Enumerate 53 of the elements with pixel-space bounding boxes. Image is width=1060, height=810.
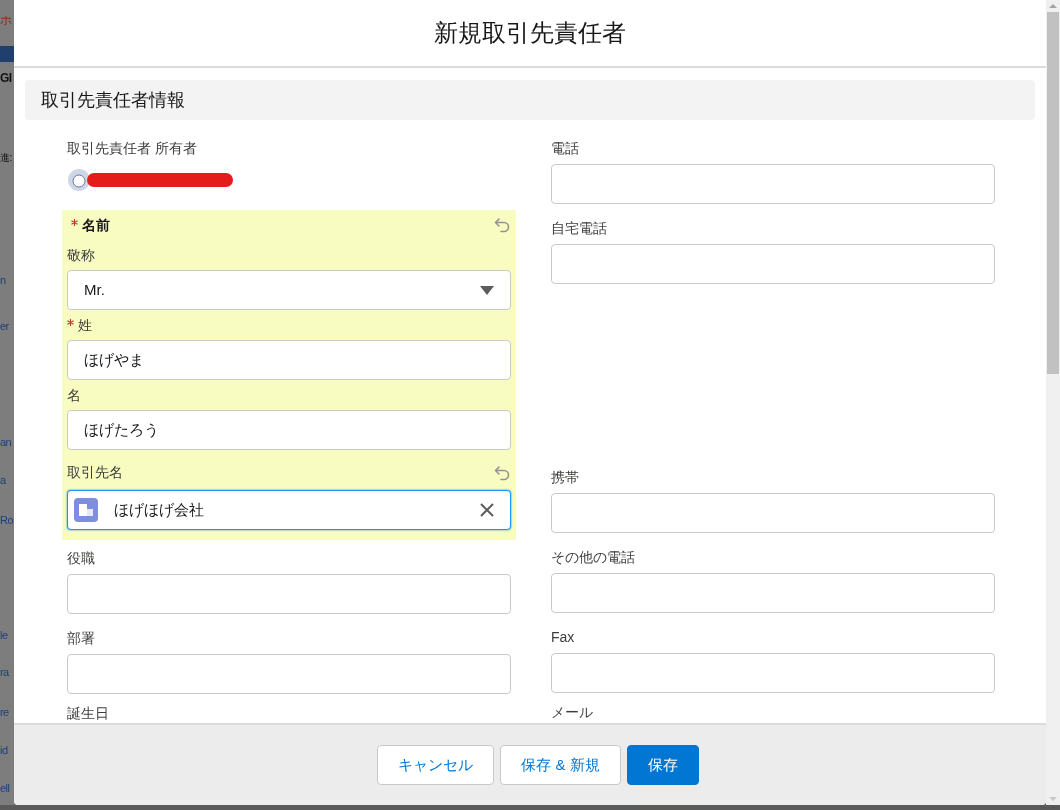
banner-bar <box>0 46 14 62</box>
field-label: 敬称 <box>67 246 95 265</box>
background-text: re <box>0 705 9 720</box>
section-header: 取引先責任者情報 <box>25 80 1035 120</box>
field-label: その他の電話 <box>551 549 636 565</box>
input-field[interactable]: ほげたろう <box>67 410 511 450</box>
background-text: ell <box>0 781 10 796</box>
field-label: 電話 <box>551 140 580 156</box>
modal-title: 新規取引先責任者 <box>434 18 626 48</box>
field-label: 役職 <box>67 550 96 566</box>
background-text: GI <box>0 70 12 86</box>
field-label: Fax <box>551 629 576 645</box>
footer-button[interactable]: キャンセル <box>377 745 495 785</box>
background-text: ra <box>0 665 9 680</box>
input-field[interactable] <box>67 574 511 614</box>
field-label: メール <box>551 705 594 719</box>
footer-button[interactable]: 保存 & 新規 <box>500 745 621 785</box>
field-label: 誕生日 <box>67 706 110 720</box>
background-text: Ro <box>0 513 13 528</box>
scrollbar[interactable] <box>1046 0 1060 805</box>
field-label: 自宅電話 <box>551 220 608 236</box>
close-icon[interactable] <box>480 503 494 517</box>
field-label: 取引先名 <box>67 463 123 482</box>
field-label: 携帯 <box>551 469 580 485</box>
input-field[interactable] <box>551 573 995 613</box>
field-label: 姓 <box>78 316 92 335</box>
background-text: er <box>0 319 9 334</box>
caret-icon <box>480 285 494 295</box>
background-text: a <box>0 473 6 488</box>
field-label: 名 <box>67 386 81 405</box>
input-field[interactable]: ほげやま <box>67 340 511 380</box>
background-text: id <box>0 743 8 758</box>
background-text: an <box>0 435 12 450</box>
background-text: ホ <box>0 12 12 28</box>
save-button[interactable]: 保存 <box>626 745 699 785</box>
background-text: le <box>0 628 8 643</box>
background-text: n <box>0 273 6 288</box>
undo-icon[interactable] <box>493 464 511 482</box>
field-label: 取引先責任者 所有者 <box>67 140 198 156</box>
field-label: 部署 <box>67 630 96 646</box>
undo-icon[interactable] <box>493 216 511 234</box>
field-label: 名前 <box>82 216 110 235</box>
scroll-thumb[interactable] <box>1047 12 1059 374</box>
avatar-icon <box>67 168 91 192</box>
input-field[interactable] <box>551 164 995 204</box>
input-field[interactable] <box>67 654 511 694</box>
background-text: 進: <box>0 151 12 165</box>
select-field[interactable]: Mr. <box>67 270 511 310</box>
input-field[interactable] <box>551 244 995 284</box>
input-field[interactable] <box>551 493 995 533</box>
lookup-field[interactable]: ほげほげ会社 <box>67 490 511 530</box>
input-field[interactable] <box>551 653 995 693</box>
building-icon <box>74 498 98 522</box>
